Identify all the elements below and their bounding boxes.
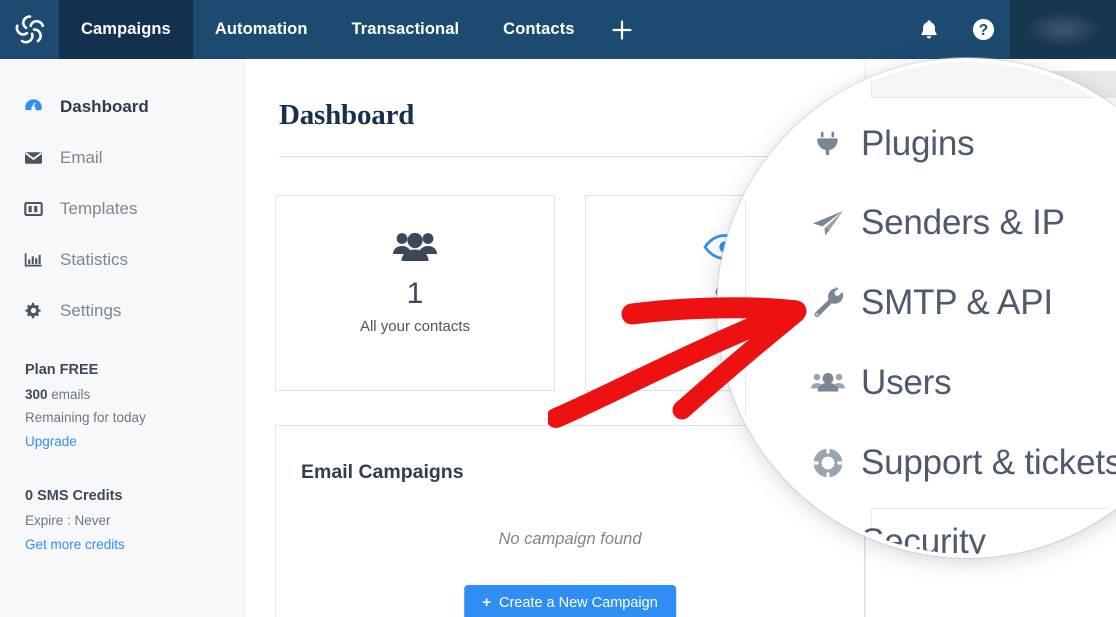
settings-menu-item-support-tickets-label: Support & tickets [861,443,1116,482]
sidebar-item-statistics[interactable]: Statistics [0,234,244,285]
plus-icon [609,17,635,43]
add-new-button[interactable] [597,0,647,59]
sidebar-item-email[interactable]: Email [0,132,244,183]
nav-tab-campaigns-label: Campaigns [81,20,171,38]
upgrade-link[interactable]: Upgrade [25,434,77,449]
settings-menu-item-support-tickets[interactable]: Support & tickets [809,433,1116,493]
sidebar-item-settings[interactable]: Settings [0,285,244,336]
notifications-button[interactable] [902,0,956,59]
plan-quota-note: Remaining for today [25,410,146,425]
plug-icon [809,125,861,163]
stat-card-contacts-label: All your contacts [359,318,471,335]
nav-tab-transactional[interactable]: Transactional [330,0,482,59]
stat-card-contacts[interactable]: 1 All your contacts [275,195,555,391]
magnified-user-row-box [871,62,1116,98]
question-mark-circle-icon: ? [971,17,996,42]
users-group-icon [809,364,861,402]
create-new-campaign-label: Create a New Campaign [499,595,658,611]
sidebar-item-dashboard[interactable]: Dashboard [0,81,244,132]
settings-menu-item-smtp-api[interactable]: SMTP & API [809,273,1053,333]
sidebar-item-dashboard-label: Dashboard [60,96,149,116]
settings-menu-item-plugins-label: Plugins [861,124,975,163]
sidebar-item-statistics-label: Statistics [60,249,129,269]
nav-tab-contacts[interactable]: Contacts [481,0,596,59]
get-more-credits-link[interactable]: Get more credits [25,537,125,552]
wrench-icon [809,284,861,322]
settings-menu-item-smtp-api-label: SMTP & API [861,283,1053,322]
sms-credits-block: 0 SMS Credits Expire : Never Get more cr… [0,451,244,554]
nav-tab-contacts-label: Contacts [503,20,575,38]
plan-title: Plan FREE [25,362,99,378]
sidebar-item-email-label: Email [60,147,103,167]
envelope-icon [23,147,53,168]
account-menu-button[interactable] [1010,0,1116,59]
sidebar-item-templates[interactable]: Templates [0,183,244,234]
settings-menu-item-users-label: Users [861,363,952,402]
gear-icon [23,300,53,321]
sms-expire-row: Expire : Never [25,513,111,528]
shield-icon [809,523,861,554]
plus-icon: + [482,594,491,611]
nav-tab-automation[interactable]: Automation [193,0,330,59]
settings-menu-item-senders-ip-label: Senders & IP [861,203,1065,242]
stat-card-contacts-value: 1 [406,277,424,310]
sidebar: Dashboard Email Templates Statistics Set… [0,59,245,617]
layout-columns-icon [23,198,53,219]
nav-tab-transactional-label: Transactional [351,20,460,38]
brand-logo[interactable] [0,0,59,59]
email-campaigns-title: Email Campaigns [301,461,464,483]
settings-menu-item-plugins[interactable]: Plugins [809,114,975,174]
svg-text:?: ? [978,22,987,39]
pinwheel-logo-icon [10,10,50,50]
settings-menu-item-senders-ip[interactable]: Senders & IP [809,193,1065,253]
magnified-column-divider [745,144,746,554]
sidebar-item-templates-label: Templates [60,198,138,218]
bar-chart-icon [23,249,53,270]
create-new-campaign-button[interactable]: + Create a New Campaign [464,585,676,617]
plan-info-block: Plan FREE 300 emails Remaining for today… [0,336,244,451]
nav-tab-campaigns[interactable]: Campaigns [59,0,193,59]
gauge-dashboard-icon [23,96,53,117]
plan-quota-number: 300 [25,387,48,402]
paper-plane-icon [809,204,861,242]
plan-quota-unit: emails [51,387,91,402]
app-window: Campaigns Automation Transactional Conta… [0,0,1116,617]
settings-menu-item-security[interactable]: Security [809,512,986,558]
help-button[interactable]: ? [956,0,1010,59]
settings-menu-item-users[interactable]: Users [809,353,952,413]
sms-credits-title: 0 SMS Credits [25,488,123,504]
page-title: Dashboard [279,99,415,131]
settings-menu-item-security-label: Security [861,522,986,558]
magnifier-lens-content: Plugins Senders & IP SMTP & API Users Su… [721,62,1116,554]
users-group-icon [392,221,438,273]
bell-icon [918,18,940,41]
top-navigation-bar: Campaigns Automation Transactional Conta… [0,0,1116,59]
lifebuoy-icon [809,444,861,482]
sidebar-item-settings-label: Settings [60,300,122,320]
nav-tab-automation-label: Automation [214,20,308,38]
plan-quota-row: 300 emails [25,387,244,402]
magnifier-lens: Plugins Senders & IP SMTP & API Users Su… [717,58,1116,558]
